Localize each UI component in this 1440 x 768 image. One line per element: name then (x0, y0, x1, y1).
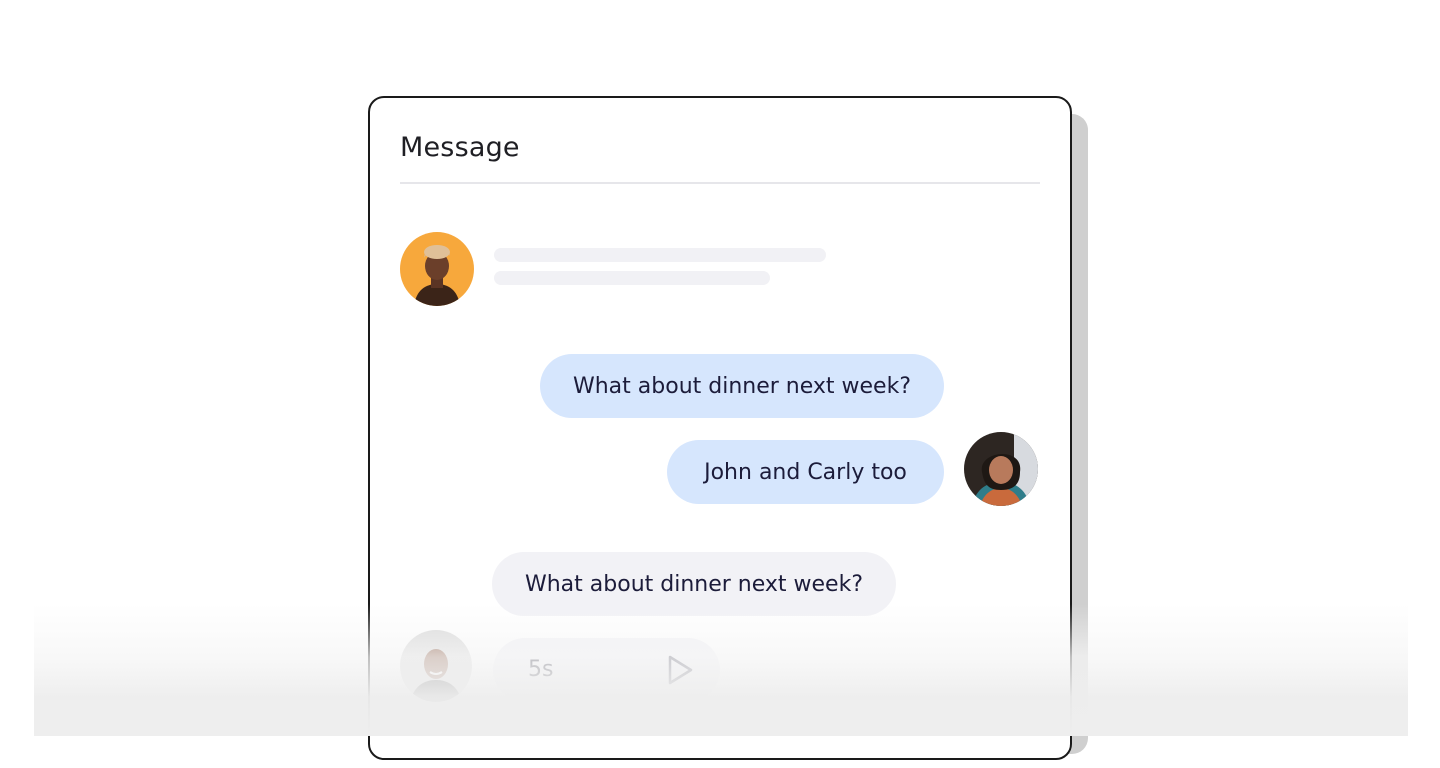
message-text: John and Carly too (704, 459, 907, 485)
play-icon[interactable] (666, 654, 694, 686)
avatar-contact-2-image (400, 630, 472, 702)
avatar-contact-1[interactable] (400, 232, 474, 306)
avatar-user[interactable] (964, 432, 1038, 506)
header-divider (400, 182, 1040, 184)
avatar-contact-1-image (400, 232, 474, 306)
stage: Message What about dinner next week? Joh… (0, 0, 1440, 768)
voice-duration: 5s (528, 657, 554, 682)
page-title: Message (400, 132, 520, 163)
sent-message-bubble[interactable]: What about dinner next week? (540, 354, 944, 418)
avatar-user-image (964, 432, 1038, 506)
message-card (368, 96, 1072, 760)
message-skeleton-line (494, 248, 826, 262)
message-skeleton-line (494, 271, 770, 285)
message-text: What about dinner next week? (524, 571, 863, 597)
avatar-contact-2[interactable] (400, 630, 472, 702)
received-message-bubble[interactable]: What about dinner next week? (492, 552, 896, 616)
sent-message-bubble[interactable]: John and Carly too (667, 440, 944, 504)
message-text: What about dinner next week? (572, 373, 911, 399)
